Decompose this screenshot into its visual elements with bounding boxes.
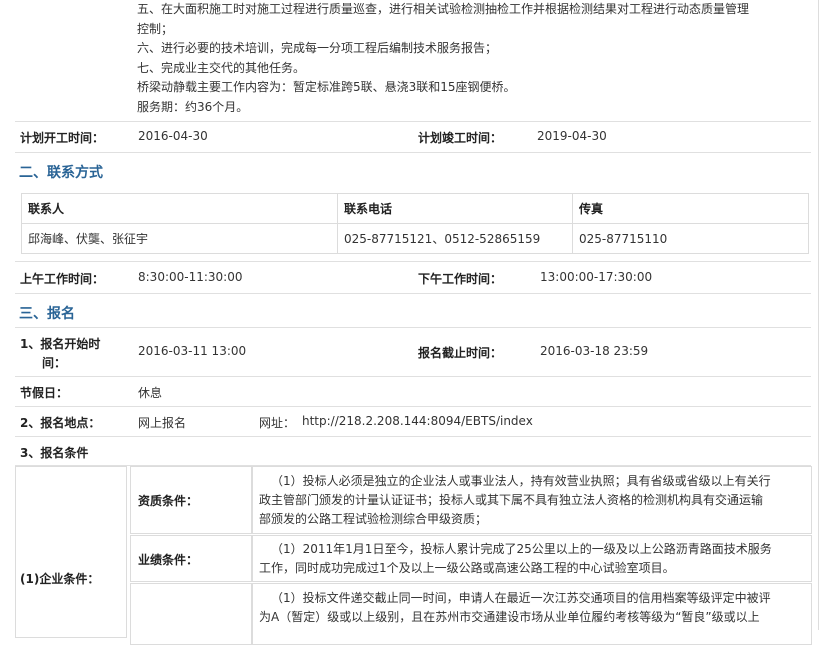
signup-start-label-line: 间： — [42, 356, 67, 370]
scope-line: 七、完成业主交代的其他任务。 — [137, 60, 306, 75]
signup-place-label: 2、报名地点： — [20, 416, 101, 430]
header-contact-person: 联系人 — [21, 193, 338, 224]
enterprise-label-cell — [15, 466, 127, 638]
contact-fax: 025-87715110 — [572, 223, 809, 254]
signup-section-title: 三、报名 — [19, 306, 75, 322]
signup-end-label: 报名截止时间： — [418, 346, 503, 360]
table-header-row: 联系人 联系电话 传真 — [21, 193, 809, 224]
scope-line: 控制； — [137, 21, 174, 36]
plan-start-value: 2016-04-30 — [138, 129, 208, 143]
signup-start-value: 2016-03-11 13:00 — [138, 344, 247, 358]
signup-url-label: 网址： — [259, 416, 296, 430]
project-scope-text: 五、在大面积施工时对施工过程进行质量巡查，进行相关试验检测抽检工作并根据检测结果… — [137, 0, 807, 117]
holiday-value: 休息 — [138, 386, 163, 400]
plan-end-label: 计划竣工时间： — [418, 131, 503, 145]
divider — [15, 436, 811, 437]
signup-end-value: 2016-03-18 23:59 — [540, 344, 649, 358]
scope-line: 六、进行必要的技术培训，完成每一分项工程后编制技术服务报告； — [137, 41, 498, 55]
contact-phone: 025-87715121、0512-52865159 — [337, 223, 573, 254]
pm-hours-value: 13:00:00-17:30:00 — [540, 270, 653, 284]
credit-text-line: 为A（暂定）级或以上级别，且在苏州市交通建设市场从业单位履约考核等级为“暂良”级… — [259, 610, 760, 624]
signup-url-link[interactable]: http://218.2.208.144:8094/EBTS/index — [302, 414, 533, 428]
credit-text-line: （1）投标文件递交截止同一时间，申请人在最近一次江苏交通项目的信用档案等级评定中… — [271, 591, 771, 605]
perf-text-line: （1）2011年1月1日至今，投标人累计完成了25公里以上的一级及以上公路沥青路… — [271, 542, 772, 556]
signup-start-label: 1、报名开始时 间： — [20, 335, 100, 373]
qual-text-line: （1）投标人必须是独立的企业法人或事业法人，持有效营业执照；具有省级或省级以上有… — [271, 474, 771, 488]
signup-place-value: 网上报名 — [138, 416, 187, 430]
qual-text-line: 部颁发的公路工程试验检测综合甲级资质； — [259, 512, 488, 526]
am-hours-value: 8:30:00-11:30:00 — [138, 270, 243, 284]
am-hours-label: 上午工作时间： — [20, 272, 105, 286]
divider — [15, 406, 811, 407]
divider — [15, 152, 811, 153]
scope-line: 桥梁动静载主要工作内容为：暂定标准跨5联、悬浇3联和15座钢便桥。 — [137, 80, 516, 94]
contact-section-title: 二、联系方式 — [19, 165, 103, 181]
scope-line: 五、在大面积施工时对施工过程进行质量巡查，进行相关试验检测抽检工作并根据检测结果… — [137, 2, 750, 16]
header-fax: 传真 — [572, 193, 809, 224]
divider — [15, 293, 811, 294]
contact-table: 联系人 联系电话 传真 邱海峰、伏龑、张征宇 025-87715121、0512… — [21, 193, 809, 254]
pm-hours-label: 下午工作时间： — [418, 272, 503, 286]
perf-text-line: 工作，同时成功完成过1个及以上一级公路或高速公路工程的中心试验室项目。 — [259, 561, 675, 575]
holiday-label: 节假日： — [20, 386, 69, 400]
perf-label: 业绩条件： — [138, 553, 199, 567]
credit-label-cell — [130, 583, 252, 645]
plan-end-value: 2019-04-30 — [537, 129, 607, 143]
right-border — [818, 0, 819, 630]
scope-line: 服务期：约36个月。 — [137, 99, 249, 114]
enterprise-conditions-label: (1)企业条件： — [20, 572, 100, 586]
table-row: 邱海峰、伏龑、张征宇 025-87715121、0512-52865159 02… — [21, 223, 809, 254]
signup-conditions-label: 3、报名条件 — [20, 446, 89, 460]
plan-start-label: 计划开工时间： — [20, 131, 105, 145]
perf-text: （1）2011年1月1日至今，投标人累计完成了25公里以上的一级及以上公路沥青路… — [259, 540, 772, 578]
divider — [15, 261, 811, 262]
qual-label: 资质条件： — [138, 494, 199, 508]
header-phone: 联系电话 — [337, 193, 573, 224]
divider — [15, 121, 811, 122]
divider — [15, 327, 811, 328]
contact-person: 邱海峰、伏龑、张征宇 — [21, 223, 338, 254]
signup-start-label-line: 1、报名开始时 — [20, 337, 101, 351]
credit-text: （1）投标文件递交截止同一时间，申请人在最近一次江苏交通项目的信用档案等级评定中… — [259, 589, 771, 627]
divider — [15, 376, 811, 377]
qual-text-line: 政主管部门颁发的计量认证证书；投标人或其下属不具有独立法人资格的检测机构具有交通… — [259, 493, 764, 507]
qual-text: （1）投标人必须是独立的企业法人或事业法人，持有效营业执照；具有省级或省级以上有… — [259, 472, 771, 529]
